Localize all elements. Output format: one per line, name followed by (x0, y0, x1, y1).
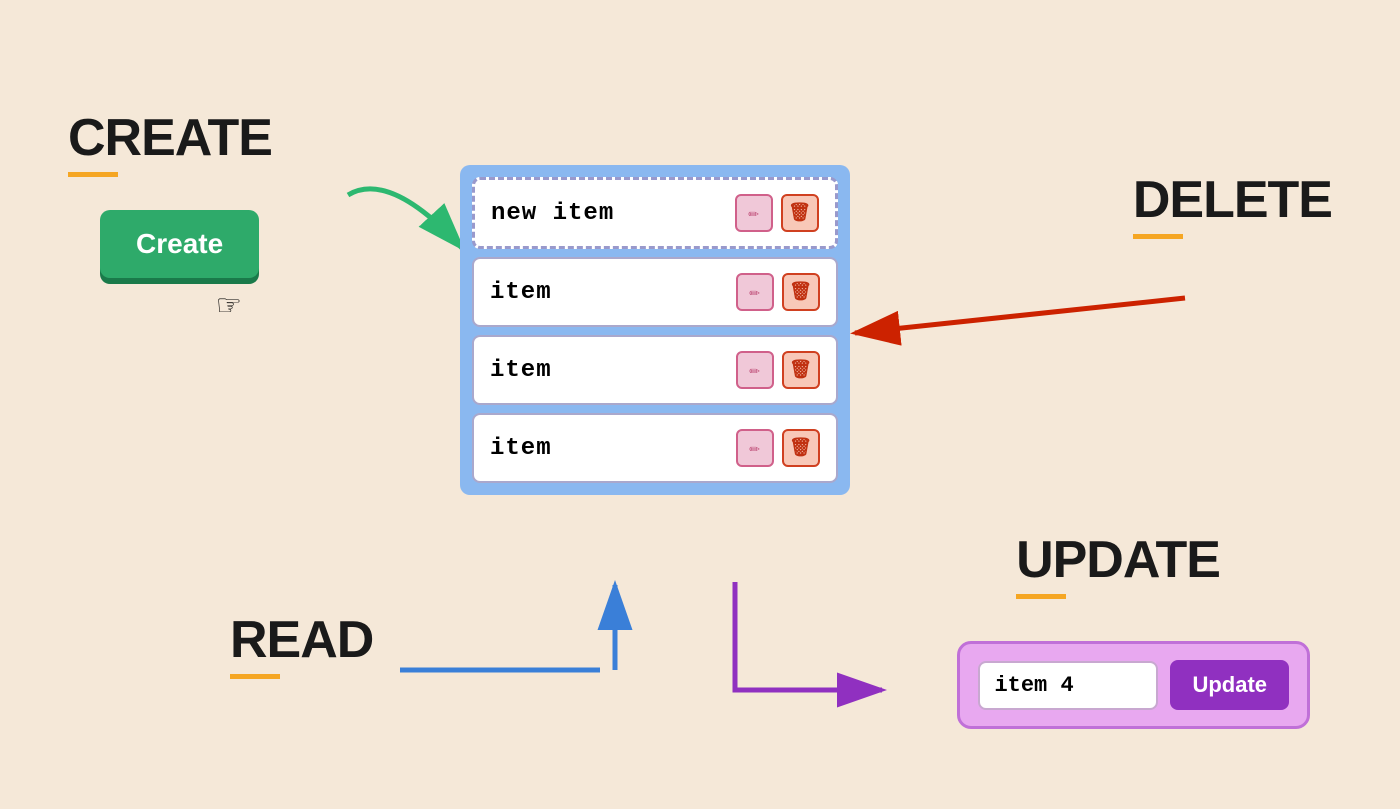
edit-icon-3[interactable]: ✏ (736, 429, 774, 467)
update-button[interactable]: Update (1170, 660, 1289, 710)
delete-icon-3[interactable]: 🗑 (782, 429, 820, 467)
list-container: new item ✏ 🗑 item ✏ 🗑 item ✏ 🗑 item (460, 165, 850, 495)
new-item-icons: ✏ 🗑 (735, 194, 819, 232)
list-main: new item ✏ 🗑 item ✏ 🗑 item ✏ 🗑 item (460, 165, 850, 495)
new-item-label: new item (491, 200, 614, 227)
update-input[interactable] (978, 661, 1158, 710)
edit-icon-1[interactable]: ✏ (736, 273, 774, 311)
delete-icon-2[interactable]: 🗑 (782, 351, 820, 389)
list-row: item ✏ 🗑 (472, 413, 838, 483)
update-box: Update (957, 641, 1310, 729)
create-button[interactable]: Create (100, 210, 259, 278)
edit-icon-new[interactable]: ✏ (735, 194, 773, 232)
create-label: CREATE (68, 108, 272, 177)
edit-icon-2[interactable]: ✏ (736, 351, 774, 389)
read-label: READ (230, 610, 373, 679)
item-label-3: item (490, 435, 552, 462)
update-label: UPDATE (1016, 530, 1220, 599)
delete-label: DELETE (1133, 170, 1332, 239)
list-row: item ✏ 🗑 (472, 257, 838, 327)
item-3-icons: ✏ 🗑 (736, 429, 820, 467)
item-label-1: item (490, 279, 552, 306)
item-1-icons: ✏ 🗑 (736, 273, 820, 311)
list-row: item ✏ 🗑 (472, 335, 838, 405)
delete-icon-new[interactable]: 🗑 (781, 194, 819, 232)
cursor-icon: ☞ (218, 285, 240, 328)
new-item-row: new item ✏ 🗑 (472, 177, 838, 249)
item-2-icons: ✏ 🗑 (736, 351, 820, 389)
item-label-2: item (490, 357, 552, 384)
delete-icon-1[interactable]: 🗑 (782, 273, 820, 311)
